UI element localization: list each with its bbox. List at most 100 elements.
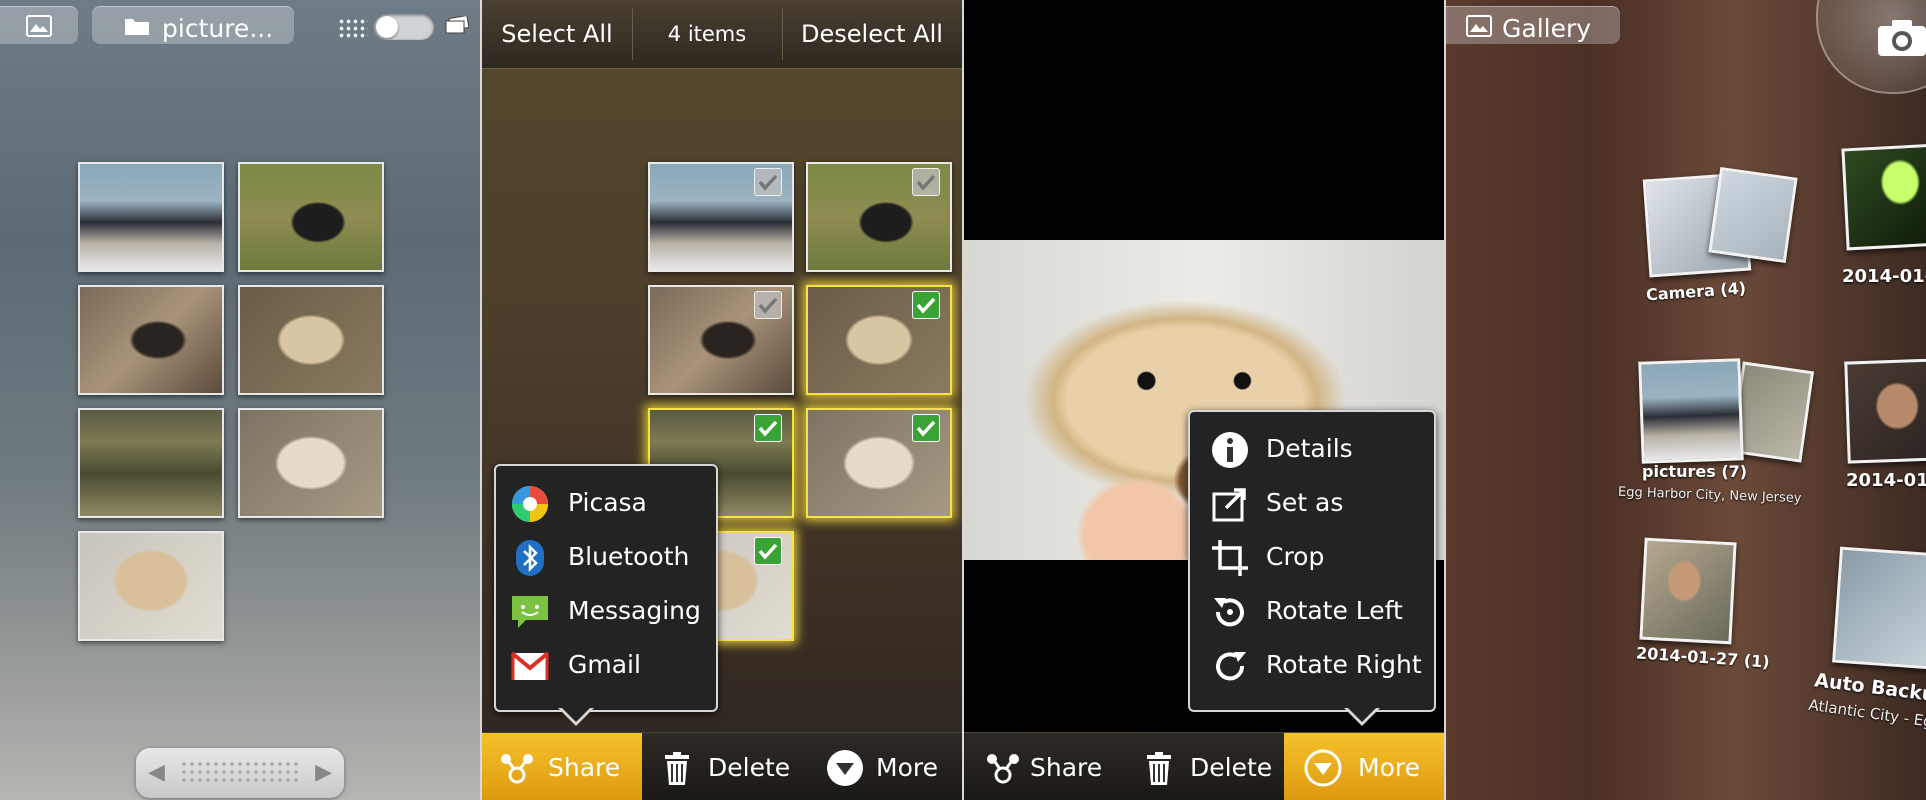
more-button[interactable]: More	[802, 733, 962, 800]
share-option-label: Messaging	[568, 596, 701, 625]
checked-checkbox[interactable]	[912, 414, 940, 442]
unchecked-checkbox[interactable]	[754, 291, 782, 319]
more-button[interactable]: More	[1284, 733, 1444, 800]
grid-view-icon[interactable]	[338, 18, 368, 38]
share-option-picasa[interactable]: Picasa	[496, 476, 716, 530]
more-icon	[1304, 749, 1342, 787]
breadcrumb-folder-label: picture...	[162, 14, 274, 43]
action-bar: Share Delete More	[964, 732, 1444, 800]
menu-item-label: Rotate Right	[1266, 650, 1422, 679]
photo-view-panel: Details Set as Crop Rotate Left Rotate R…	[964, 0, 1444, 800]
menu-item-details[interactable]: Details	[1190, 422, 1434, 476]
menu-item-label: Crop	[1266, 542, 1325, 571]
share-label: Share	[548, 753, 621, 782]
info-icon	[1212, 432, 1248, 468]
photo-thumbnail[interactable]	[78, 162, 224, 272]
share-option-label: Gmail	[568, 650, 641, 679]
share-icon	[501, 754, 533, 784]
set-as-icon	[1212, 488, 1246, 522]
gallery-title-bar[interactable]: Gallery	[1446, 6, 1620, 44]
photo-thumbnail[interactable]	[78, 408, 224, 518]
delete-button[interactable]: Delete	[1124, 733, 1284, 800]
scrub-track[interactable]	[180, 760, 300, 786]
share-button[interactable]: Share	[964, 733, 1124, 800]
checked-checkbox[interactable]	[754, 537, 782, 565]
checked-checkbox[interactable]	[912, 291, 940, 319]
album-name-2014-01-b: 2014-01-...	[1846, 470, 1926, 491]
album-name-pictures: pictures (7)	[1642, 462, 1748, 481]
photo-thumbnail[interactable]	[238, 162, 384, 272]
share-option-label: Bluetooth	[568, 542, 690, 571]
photo-thumbnail[interactable]	[238, 285, 384, 395]
more-menu: Details Set as Crop Rotate Left Rotate R…	[1188, 410, 1436, 712]
bluetooth-icon	[516, 540, 544, 576]
stack-view-icon[interactable]	[444, 16, 470, 34]
more-label: More	[1358, 753, 1420, 782]
checked-checkbox[interactable]	[754, 414, 782, 442]
gallery-grid-panel: picture... ◀ ▶	[0, 0, 480, 800]
album-stack-2014-01-b[interactable]	[1844, 358, 1926, 464]
menu-item-label: Set as	[1266, 488, 1344, 517]
album-stack-auto-backup[interactable]	[1832, 546, 1926, 670]
share-option-bluetooth[interactable]: Bluetooth	[496, 530, 716, 584]
unchecked-checkbox[interactable]	[754, 168, 782, 196]
selection-top-bar: Select All 4 items Deselect All	[482, 0, 962, 69]
album-name-2014-01-a: 2014-01-...	[1842, 266, 1926, 287]
gallery-icon	[26, 15, 52, 37]
share-icon	[987, 754, 1019, 784]
album-stack-camera-back	[1708, 166, 1798, 264]
photo-thumbnail[interactable]	[238, 408, 384, 518]
select-all-button[interactable]: Select All	[482, 0, 632, 68]
menu-item-crop[interactable]: Crop	[1190, 530, 1434, 584]
scrubber-bar[interactable]: ◀ ▶	[136, 748, 344, 798]
trash-icon	[665, 752, 689, 785]
menu-pointer-inner	[1347, 707, 1377, 722]
gallery-title: Gallery	[1502, 14, 1592, 43]
menu-item-set-as[interactable]: Set as	[1190, 476, 1434, 530]
share-option-messaging[interactable]: Messaging	[496, 584, 716, 638]
selection-panel: Select All 4 items Deselect All Picasa B…	[482, 0, 962, 800]
share-option-gmail[interactable]: Gmail	[496, 638, 716, 692]
menu-item-label: Rotate Left	[1266, 596, 1403, 625]
album-stack-pictures[interactable]	[1638, 358, 1744, 464]
toggle-knob	[376, 16, 398, 38]
selected-count: 4 items	[667, 22, 747, 46]
breadcrumb-home[interactable]	[0, 6, 78, 44]
scrub-right-arrow[interactable]: ▶	[315, 760, 332, 785]
delete-button[interactable]: Delete	[642, 733, 802, 800]
album-name-camera: Camera (4)	[1645, 278, 1747, 305]
menu-item-rotate-left[interactable]: Rotate Left	[1190, 584, 1434, 638]
gallery-icon	[1466, 15, 1492, 37]
photo-thumbnail[interactable]	[78, 285, 224, 395]
album-stack-2014-01-a[interactable]	[1841, 143, 1926, 251]
camera-icon	[1878, 20, 1926, 56]
album-location-pictures: Egg Harbor City, New Jersey	[1617, 484, 1802, 507]
picasa-icon	[512, 486, 548, 522]
view-toggle[interactable]	[374, 14, 434, 40]
rotate-right-icon	[1216, 652, 1246, 681]
menu-item-label: Details	[1266, 434, 1353, 463]
crop-icon	[1212, 540, 1248, 576]
menu-pointer-inner	[561, 707, 591, 722]
share-option-label: Picasa	[568, 488, 647, 517]
unchecked-checkbox[interactable]	[912, 168, 940, 196]
menu-item-rotate-right[interactable]: Rotate Right	[1190, 638, 1434, 692]
delete-label: Delete	[1190, 753, 1273, 782]
share-button[interactable]: Share	[482, 733, 642, 800]
albums-panel: Gallery Camera (4) pictures (7) Egg Harb…	[1446, 0, 1926, 800]
delete-label: Delete	[708, 753, 791, 782]
action-bar: Share Delete More	[482, 732, 962, 800]
camera-button[interactable]	[1816, 0, 1926, 94]
scrub-left-arrow[interactable]: ◀	[148, 760, 165, 785]
photo-thumbnail[interactable]	[78, 531, 224, 641]
deselect-all-button[interactable]: Deselect All	[782, 0, 962, 68]
album-stack-2014-01-27[interactable]	[1639, 537, 1737, 645]
breadcrumb-folder[interactable]: picture...	[92, 6, 294, 44]
messaging-icon	[512, 596, 548, 628]
share-menu: Picasa Bluetooth Messaging Gmail	[494, 464, 718, 712]
gmail-icon	[510, 651, 550, 680]
album-name-2014-01-27: 2014-01-27 (1)	[1635, 643, 1771, 672]
more-icon	[827, 750, 863, 786]
folder-icon	[125, 19, 149, 35]
more-label: More	[876, 753, 938, 782]
